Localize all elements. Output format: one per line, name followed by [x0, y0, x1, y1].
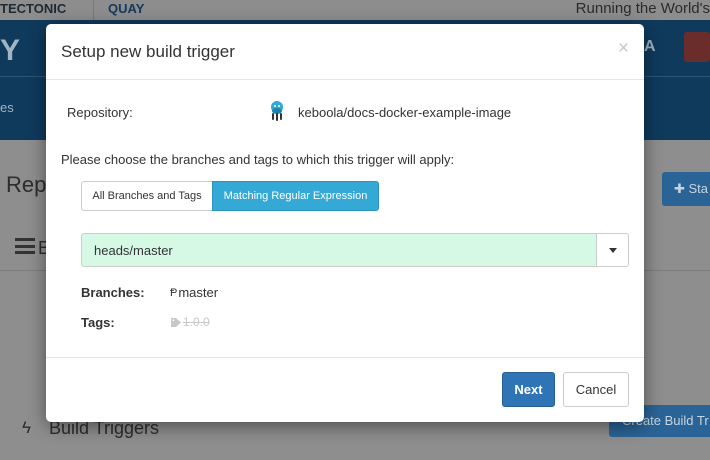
- docker-octopus-icon: [271, 101, 283, 121]
- regex-input[interactable]: [81, 233, 596, 267]
- trigger-mode-toggle: All Branches and Tags Matching Regular E…: [81, 181, 379, 211]
- repository-heading: Rep: [6, 172, 47, 197]
- star-button: ✚ Sta: [662, 172, 710, 206]
- user-avatar: [684, 32, 710, 62]
- quay-logo: QUAY: [108, 1, 145, 16]
- cancel-button[interactable]: Cancel: [563, 372, 629, 407]
- tectonic-logo: TECTONIC: [0, 1, 67, 16]
- app-logo: Y: [0, 34, 21, 67]
- header-nav-item: A: [644, 38, 656, 55]
- tags-label: Tags:: [81, 315, 115, 330]
- close-icon[interactable]: ×: [618, 39, 629, 58]
- modal-title: Setup new build trigger: [61, 42, 235, 61]
- tag-name: 1.0.0: [183, 315, 210, 329]
- repository-name: keboola/docs-docker-example-image: [298, 105, 512, 120]
- builds-icon: [15, 238, 35, 254]
- star-button-label: Sta: [688, 181, 709, 196]
- setup-build-trigger-modal: Setup new build trigger × Repository: ke…: [46, 24, 644, 422]
- branch-name: master: [178, 285, 219, 300]
- all-branches-tags-option[interactable]: All Branches and Tags: [81, 181, 212, 211]
- modal-header: Setup new build trigger ×: [46, 24, 644, 80]
- regex-dropdown-toggle[interactable]: [596, 233, 629, 267]
- repository-label: Repository:: [67, 105, 133, 120]
- regex-input-group: [81, 233, 629, 267]
- tag-icon: [171, 317, 181, 327]
- matched-branch: Ᵽ master: [170, 285, 218, 300]
- code-branch-icon: Ᵽ: [170, 286, 178, 299]
- matching-regex-option[interactable]: Matching Regular Expression: [212, 181, 379, 211]
- unmatched-tag: 1.0.0: [171, 315, 210, 329]
- bolt-icon: ϟ: [22, 418, 31, 437]
- caret-down-icon: [608, 247, 617, 253]
- branches-label: Branches:: [81, 285, 145, 300]
- next-button[interactable]: Next: [502, 372, 555, 407]
- top-brand-bar: TECTONIC QUAY Running the World's: [0, 0, 710, 20]
- nav-item-fragment: es: [0, 100, 14, 115]
- brand-divider: [93, 0, 94, 20]
- running-banner: Running the World's: [575, 0, 710, 17]
- choose-instructions: Please choose the branches and tags to w…: [61, 152, 455, 167]
